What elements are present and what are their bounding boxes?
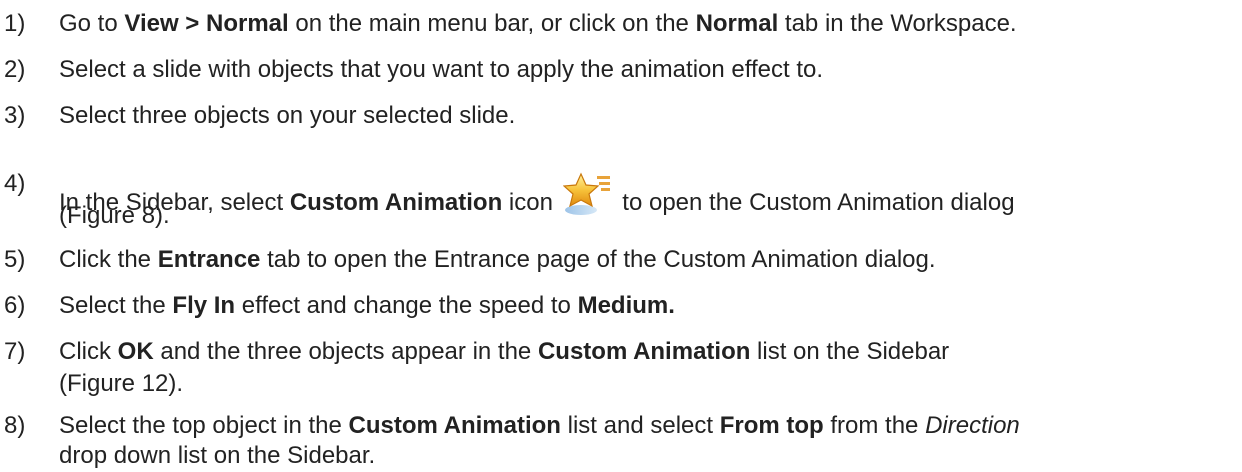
text-run: tab to open the Entrance page of the Cus… — [260, 246, 936, 273]
step-number: 7) — [4, 338, 26, 365]
step-text-line: drop down list on the Sidebar. — [59, 442, 375, 470]
text-run: Select the top object in the — [59, 412, 349, 439]
text-run: tab in the Workspace. — [778, 10, 1017, 37]
ui-element-name: Custom Animation — [348, 412, 561, 439]
text-run: Click the — [59, 246, 158, 273]
step-text-line: Select three objects on your selected sl… — [59, 102, 515, 130]
text-run: icon — [502, 189, 560, 216]
step-text-line: Select the top object in the Custom Anim… — [59, 412, 1020, 440]
effect-name: Fly In — [172, 292, 236, 319]
step-text-line: (Figure 12). — [59, 370, 183, 398]
step-text-line: Select a slide with objects that you wan… — [59, 56, 823, 84]
step-text-line: (Figure 8). — [59, 202, 170, 230]
tab-name: Entrance — [157, 246, 261, 273]
step-number: 2) — [4, 56, 26, 83]
tab-name: Normal — [695, 10, 779, 37]
text-run: (Figure 8). — [59, 202, 170, 229]
text-run: Select the — [59, 292, 173, 319]
step-text-line: Click the Entrance tab to open the Entra… — [59, 246, 936, 274]
text-run: Select three objects on your selected sl… — [59, 102, 516, 129]
field-name: Direction — [925, 412, 1020, 439]
ui-element-name: Custom Animation — [289, 189, 503, 216]
step-number: 1) — [4, 10, 26, 37]
step-number: 6) — [4, 292, 26, 319]
option-name: From top — [719, 412, 824, 439]
step-text-line: Click OK and the three objects appear in… — [59, 338, 949, 366]
ui-element-name: Custom Animation — [537, 338, 751, 365]
text-run: from the — [823, 412, 926, 439]
text-run: drop down list on the Sidebar. — [59, 442, 376, 469]
text-run: Select a slide with objects that you wan… — [59, 56, 824, 83]
text-run: list on the Sidebar — [750, 338, 950, 365]
text-run: to open the Custom Animation dialog — [615, 189, 1015, 216]
text-run: effect and change the speed to — [235, 292, 578, 319]
custom-animation-star-icon — [562, 170, 613, 216]
step-text-line: Select the Fly In effect and change the … — [59, 292, 675, 320]
text-run: Click — [59, 338, 118, 365]
menu-path: View > Normal — [124, 10, 289, 37]
text-run: Go to — [59, 10, 125, 37]
step-text-line: In the Sidebar, select Custom Animation … — [59, 170, 1015, 217]
text-run: on the main menu bar, or click on the — [288, 10, 696, 37]
step-number: 5) — [4, 246, 26, 273]
step-text-line: Go to View > Normal on the main menu bar… — [59, 10, 1017, 38]
text-run: and the three objects appear in the — [153, 338, 538, 365]
step-number: 8) — [4, 412, 26, 439]
step-number: 4) — [4, 170, 26, 197]
speed-value: Medium. — [577, 292, 675, 319]
step-number: 3) — [4, 102, 26, 129]
button-name: OK — [117, 338, 154, 365]
text-run: list and select — [560, 412, 720, 439]
text-run: (Figure 12). — [59, 370, 184, 397]
